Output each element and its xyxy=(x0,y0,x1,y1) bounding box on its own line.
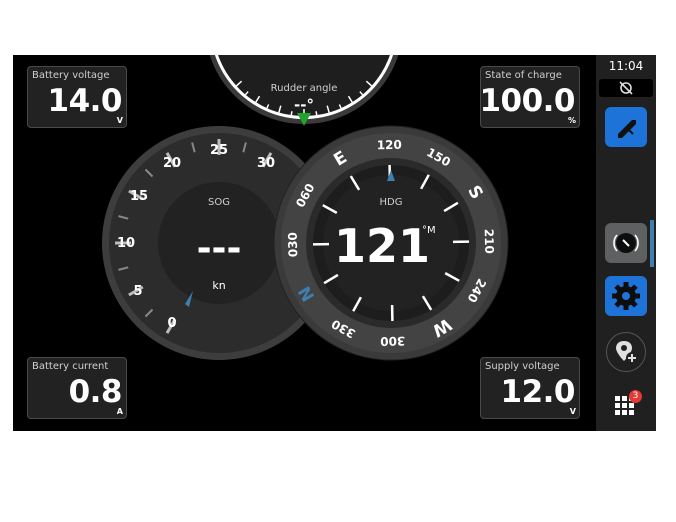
sog-scale-label: 25 xyxy=(210,143,228,158)
gear-icon xyxy=(612,282,640,310)
active-indicator xyxy=(650,220,654,267)
sog-label: SOG xyxy=(208,197,230,208)
heading-gauge[interactable]: E120150S210240W300330N030060 HDG 121 °M xyxy=(273,125,509,361)
supply-voltage-tile[interactable]: Supply voltage 12.0 V xyxy=(480,357,580,419)
add-waypoint-button[interactable] xyxy=(606,332,646,372)
sog-scale-label: 20 xyxy=(163,156,181,171)
chartplotter-screen: Rudder angle --° SOG --- kn 0 5 10 15 20… xyxy=(13,55,656,431)
autopilot-icon xyxy=(613,233,639,253)
battery-current-tile[interactable]: Battery current 0.8 A xyxy=(27,357,127,419)
battery-current-label: Battery current xyxy=(32,361,109,372)
sog-scale-label: 10 xyxy=(117,236,135,251)
state-of-charge-unit: % xyxy=(567,116,576,125)
battery-voltage-label: Battery voltage xyxy=(32,70,110,81)
sidebar: 11:04 3 xyxy=(596,55,656,431)
sog-unit: kn xyxy=(212,279,225,292)
compass-label: 120 xyxy=(377,138,402,152)
compass-label: 030 xyxy=(286,232,300,257)
connection-status[interactable] xyxy=(599,79,653,97)
sog-scale-label: 15 xyxy=(130,189,148,204)
state-of-charge-value: 100.0 xyxy=(479,83,575,119)
battery-voltage-tile[interactable]: Battery voltage 14.0 V xyxy=(27,66,127,128)
battery-voltage-value: 14.0 xyxy=(47,83,123,119)
sog-value: --- xyxy=(197,228,242,269)
chart-plotter-icon xyxy=(618,120,636,138)
sog-scale-label: 5 xyxy=(133,284,142,299)
heading-label: HDG xyxy=(380,197,403,208)
heading-unit: °M xyxy=(422,225,436,236)
rudder-value: --° xyxy=(294,96,314,114)
battery-current-unit: A xyxy=(116,407,123,416)
supply-voltage-value: 12.0 xyxy=(500,374,576,410)
settings-button[interactable] xyxy=(605,276,647,316)
clock: 11:04 xyxy=(608,59,644,73)
compass-label: 300 xyxy=(380,334,405,348)
state-of-charge-tile[interactable]: State of charge 100.0 % xyxy=(479,66,580,128)
rudder-label: Rudder angle xyxy=(271,83,338,94)
battery-voltage-unit: V xyxy=(116,116,123,125)
apps-badge: 3 xyxy=(629,390,642,403)
supply-voltage-label: Supply voltage xyxy=(485,361,560,372)
supply-voltage-unit: V xyxy=(569,407,576,416)
rudder-tick xyxy=(315,111,318,116)
heading-value: 121 xyxy=(334,219,430,273)
compass-label: 210 xyxy=(482,229,496,254)
chart-plotter-button[interactable] xyxy=(605,107,647,147)
add-waypoint-icon xyxy=(616,341,638,364)
sog-scale-label: 30 xyxy=(257,156,275,171)
apps-button[interactable]: 3 xyxy=(610,389,642,421)
state-of-charge-label: State of charge xyxy=(485,70,562,81)
rudder-gauge[interactable]: Rudder angle --° xyxy=(205,55,403,126)
autopilot-button[interactable] xyxy=(605,223,647,263)
battery-current-value: 0.8 xyxy=(68,374,123,410)
link-off-icon xyxy=(619,81,633,95)
rudder-tick xyxy=(290,111,293,116)
sog-scale-label: 0 xyxy=(167,316,176,331)
